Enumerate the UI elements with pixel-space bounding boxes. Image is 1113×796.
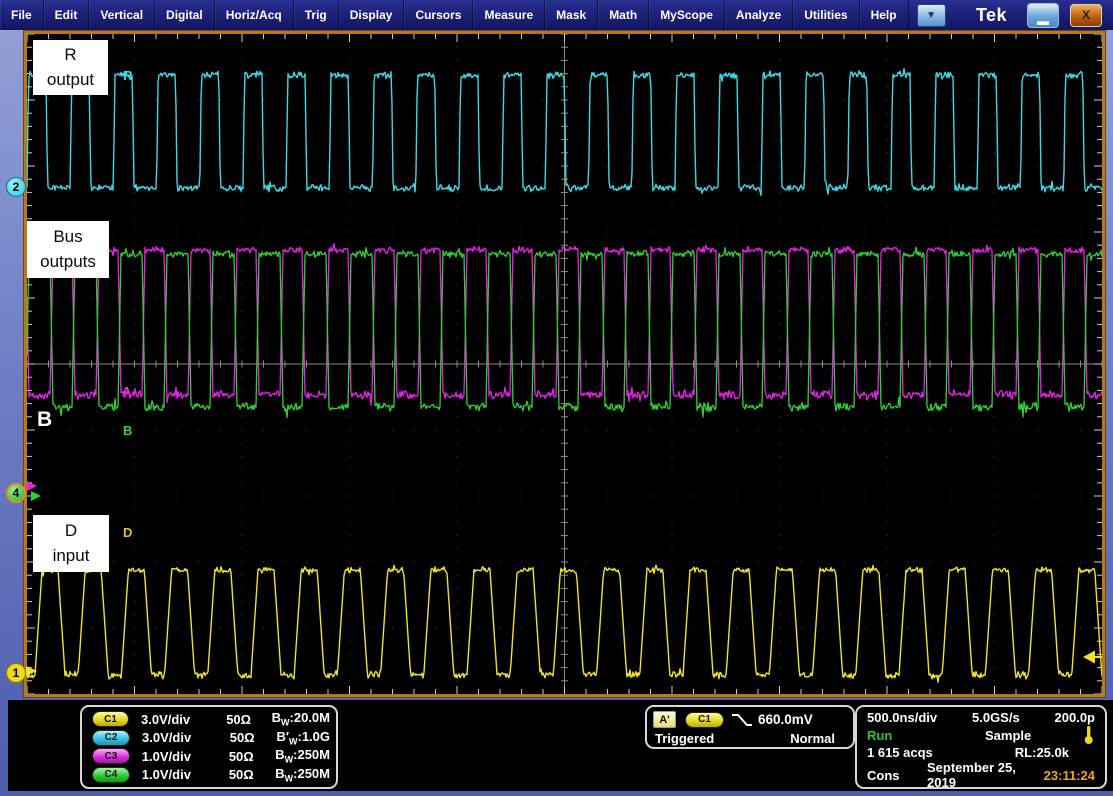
channel4-position-marker[interactable]: 4 <box>6 483 26 503</box>
trigger-status: Triggered <box>655 731 714 746</box>
menu-digital[interactable]: Digital <box>155 0 215 30</box>
menu-display[interactable]: Display <box>339 0 405 30</box>
menu-math[interactable]: Math <box>598 0 649 30</box>
minimize-button[interactable]: ▬ <box>1027 3 1059 28</box>
tek-logo: Tek <box>976 5 1007 26</box>
menu-file[interactable]: File <box>0 0 44 30</box>
timebase-panel[interactable]: 500.0ns/div 5.0GS/s 200.0p Run Sample 1 … <box>855 705 1107 789</box>
channel1-row[interactable]: C1 3.0V/div 50Ω BW:20.0M <box>88 710 330 728</box>
channel2-badge[interactable]: C2 <box>92 730 130 746</box>
falling-edge-icon <box>730 712 754 728</box>
annotation-b-label: B <box>37 408 52 431</box>
minimize-icon: ▬ <box>1037 17 1049 25</box>
menu-vertical[interactable]: Vertical <box>89 0 155 30</box>
channel3-scale: 1.0V/div <box>142 749 229 764</box>
channel4-scale: 1.0V/div <box>142 767 229 782</box>
menu-utilities[interactable]: Utilities <box>793 0 859 30</box>
run-state: Run <box>867 728 927 743</box>
menu-measure[interactable]: Measure <box>473 0 545 30</box>
thermometer-icon <box>1083 725 1095 745</box>
channel2-bandwidth: B′W:1.0G <box>276 729 330 747</box>
scope-graticule[interactable]: RABDB <box>24 31 1105 697</box>
menu-edit[interactable]: Edit <box>44 0 90 30</box>
channel4-bandwidth: BW:250M <box>275 766 330 784</box>
timebase-scale: 500.0ns/div <box>867 710 972 725</box>
acquisition-count: 1 615 acqs <box>867 745 933 760</box>
trigger-panel[interactable]: A' C1 660.0mV Triggered Normal <box>645 705 855 749</box>
acquisition-mode: Sample <box>927 728 1083 743</box>
cons-label: Cons <box>867 768 913 783</box>
channel4-ground-arrow <box>31 491 41 501</box>
record-length: RL:25.0k <box>1015 745 1069 760</box>
channel1-impedance: 50Ω <box>226 712 271 727</box>
channel2-row[interactable]: C2 3.0V/div 50Ω B′W:1.0G <box>88 729 330 747</box>
annotation-bus-outputs: Busoutputs <box>27 221 109 278</box>
menu-dropdown-button[interactable]: ▼ <box>917 4 946 27</box>
annotation-r-output: Routput <box>33 40 108 95</box>
trigger-level: 660.0mV <box>758 712 813 727</box>
channel2-scale: 3.0V/div <box>142 730 230 745</box>
channel1-ground-arrow <box>26 666 37 676</box>
menu-myscope[interactable]: MyScope <box>649 0 725 30</box>
channel1-scale: 3.0V/div <box>141 712 226 727</box>
menu-mask[interactable]: Mask <box>545 0 598 30</box>
trace-label-B: B <box>123 423 132 438</box>
channel4-row[interactable]: C4 1.0V/div 50Ω BW:250M <box>88 766 330 784</box>
date-readout: September 25, 2019 <box>913 760 1044 790</box>
channel1-position-marker[interactable]: 1 <box>6 663 26 683</box>
waveform-display: RABDB <box>27 34 1102 694</box>
channel-settings-panel[interactable]: C1 3.0V/div 50Ω BW:20.0M C2 3.0V/div 50Ω… <box>80 705 338 789</box>
menu-bar: File Edit Vertical Digital Horiz/Acq Tri… <box>0 0 1113 30</box>
menu-trig[interactable]: Trig <box>294 0 339 30</box>
channel2-position-marker[interactable]: 2 <box>6 177 26 197</box>
channel2-impedance: 50Ω <box>230 730 277 745</box>
channel4-impedance: 50Ω <box>229 767 275 782</box>
readout-bar: C1 3.0V/div 50Ω BW:20.0M C2 3.0V/div 50Ω… <box>8 700 1113 791</box>
channel1-bandwidth: BW:20.0M <box>272 710 330 728</box>
channel3-bandwidth: BW:250M <box>275 747 330 765</box>
channel3-impedance: 50Ω <box>229 749 275 764</box>
channel3-badge[interactable]: C3 <box>92 748 130 764</box>
trigger-source-badge[interactable]: C1 <box>685 712 724 728</box>
trigger-mode: Normal <box>790 731 835 746</box>
trigger-position: 200.0p <box>1055 710 1095 725</box>
annotation-d-input: Dinput <box>33 515 109 572</box>
trigger-level-arrow[interactable] <box>1083 651 1095 664</box>
menu-horiz-acq[interactable]: Horiz/Acq <box>215 0 294 30</box>
menu-analyze[interactable]: Analyze <box>725 0 793 30</box>
close-icon: X <box>1082 5 1090 26</box>
trigger-a-badge: A' <box>653 711 676 728</box>
channel1-badge[interactable]: C1 <box>92 711 129 727</box>
trace-label-D: D <box>123 525 132 540</box>
close-button[interactable]: X <box>1070 4 1102 27</box>
menu-cursors[interactable]: Cursors <box>404 0 473 30</box>
chevron-down-icon: ▼ <box>926 10 936 21</box>
channel3-row[interactable]: C3 1.0V/div 50Ω BW:250M <box>88 747 330 765</box>
time-readout: 23:11:24 <box>1044 768 1095 783</box>
channel4-badge[interactable]: C4 <box>92 767 130 783</box>
sample-rate: 5.0GS/s <box>972 710 1055 725</box>
channel3-ground-arrow <box>27 481 37 491</box>
menu-help[interactable]: Help <box>860 0 909 30</box>
